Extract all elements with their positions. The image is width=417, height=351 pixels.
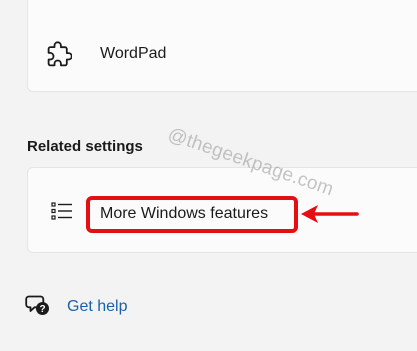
svg-text:?: ? (39, 304, 45, 315)
get-help-link[interactable]: Get help (67, 297, 127, 317)
related-settings-title: Related settings (27, 138, 143, 155)
red-arrow-icon (301, 205, 359, 223)
puzzle-icon (47, 41, 72, 67)
wordpad-card[interactable]: WordPad (27, 0, 417, 92)
list-icon (51, 202, 72, 220)
wordpad-label: WordPad (100, 45, 167, 62)
help-chat-icon[interactable]: ? (25, 293, 50, 317)
highlight-box (86, 196, 298, 233)
